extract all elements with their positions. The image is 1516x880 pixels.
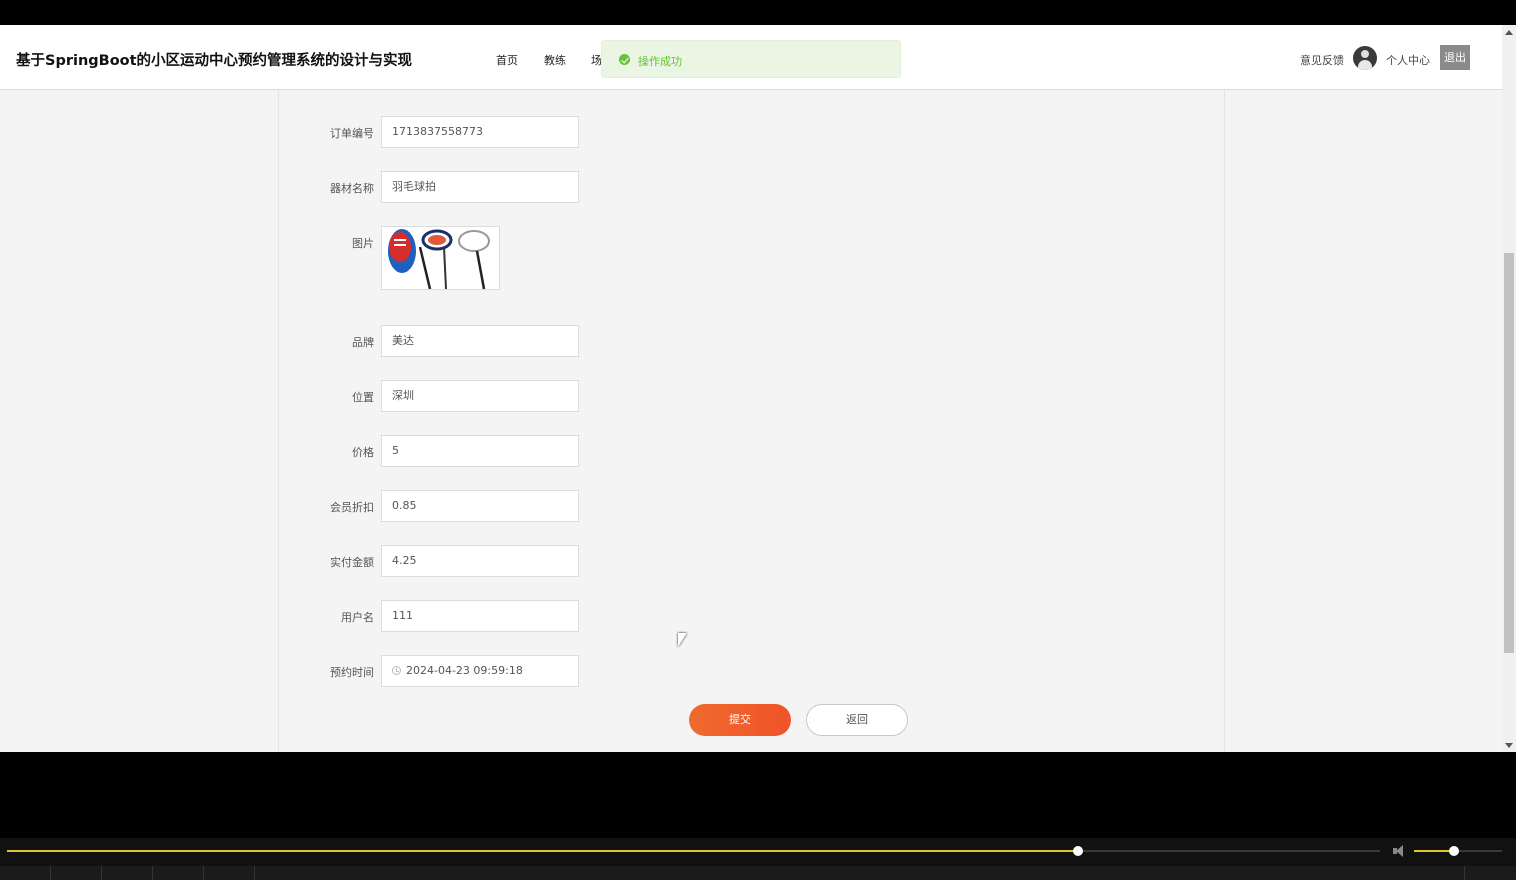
equipment-image[interactable] — [381, 226, 500, 290]
taskbar-divider — [152, 866, 153, 880]
back-button[interactable]: 返回 — [806, 704, 908, 736]
page-scrollbar[interactable] — [1502, 25, 1516, 752]
scroll-thumb[interactable] — [1504, 253, 1514, 653]
form-label: 预约时间 — [330, 666, 374, 679]
success-toast: 操作成功 — [601, 40, 901, 78]
taskbar-divider — [50, 866, 51, 880]
paid-amount-field[interactable]: 4.25 — [381, 545, 579, 577]
volume-fill — [1414, 850, 1454, 852]
progress-fill — [7, 850, 1078, 852]
order-no-field[interactable]: 1713837558773 — [381, 116, 579, 148]
scroll-up-icon[interactable] — [1505, 30, 1513, 35]
volume-track[interactable] — [1414, 846, 1502, 856]
taskbar-divider — [1464, 866, 1465, 880]
username-field[interactable]: 111 — [381, 600, 579, 632]
location-field[interactable]: 深圳 — [381, 380, 579, 412]
site-header: 基于SpringBoot的小区运动中心预约管理系统的设计与实现 首页 教练 场 … — [0, 25, 1502, 90]
discount-field[interactable]: 0.85 — [381, 490, 579, 522]
taskbar-divider — [254, 866, 255, 880]
form-label: 图片 — [352, 237, 374, 250]
mouse-cursor-icon — [678, 633, 687, 647]
taskbar-divider — [101, 866, 102, 880]
nav-coach[interactable]: 教练 — [544, 52, 566, 68]
top-black-bar — [0, 0, 1516, 25]
price-field[interactable]: 5 — [381, 435, 579, 467]
submit-button[interactable]: 提交 — [689, 704, 791, 736]
badminton-racket-icon — [388, 229, 490, 289]
browser-viewport: 基于SpringBoot的小区运动中心预约管理系统的设计与实现 首页 教练 场 … — [0, 25, 1516, 752]
site-title: 基于SpringBoot的小区运动中心预约管理系统的设计与实现 — [16, 53, 413, 69]
equipment-name-field[interactable]: 羽毛球拍 — [381, 171, 579, 203]
volume-knob[interactable] — [1448, 846, 1459, 856]
form-label: 订单编号 — [330, 127, 374, 140]
progress-knob[interactable] — [1072, 846, 1083, 856]
booking-time-value: 2024-04-23 09:59:18 — [406, 664, 523, 677]
clock-icon — [392, 666, 401, 675]
form-label: 价格 — [352, 446, 374, 459]
form-label: 会员折扣 — [330, 501, 374, 514]
logout-button[interactable]: 退出 — [1440, 45, 1470, 70]
form-label: 位置 — [352, 391, 374, 404]
form-label: 品牌 — [352, 336, 374, 349]
brand-field[interactable]: 美达 — [381, 325, 579, 357]
toast-message: 操作成功 — [638, 55, 682, 68]
user-center-link[interactable]: 个人中心 — [1386, 52, 1430, 68]
detail-form: 订单编号 1713837558773 器材名称 羽毛球拍 图片 品牌 美达 位置… — [278, 90, 1225, 752]
form-label: 用户名 — [341, 611, 374, 624]
form-label: 器材名称 — [330, 182, 374, 195]
taskbar — [0, 866, 1516, 880]
form-label: 实付金额 — [330, 556, 374, 569]
feedback-link[interactable]: 意见反馈 — [1300, 52, 1344, 68]
booking-time-field[interactable]: 2024-04-23 09:59:18 — [381, 655, 579, 687]
progress-track[interactable] — [7, 846, 1380, 856]
scroll-down-icon[interactable] — [1505, 743, 1513, 748]
taskbar-divider — [203, 866, 204, 880]
volume-icon[interactable] — [1393, 845, 1407, 857]
avatar[interactable] — [1353, 46, 1377, 70]
check-circle-icon — [619, 54, 630, 65]
nav-home[interactable]: 首页 — [496, 52, 518, 68]
